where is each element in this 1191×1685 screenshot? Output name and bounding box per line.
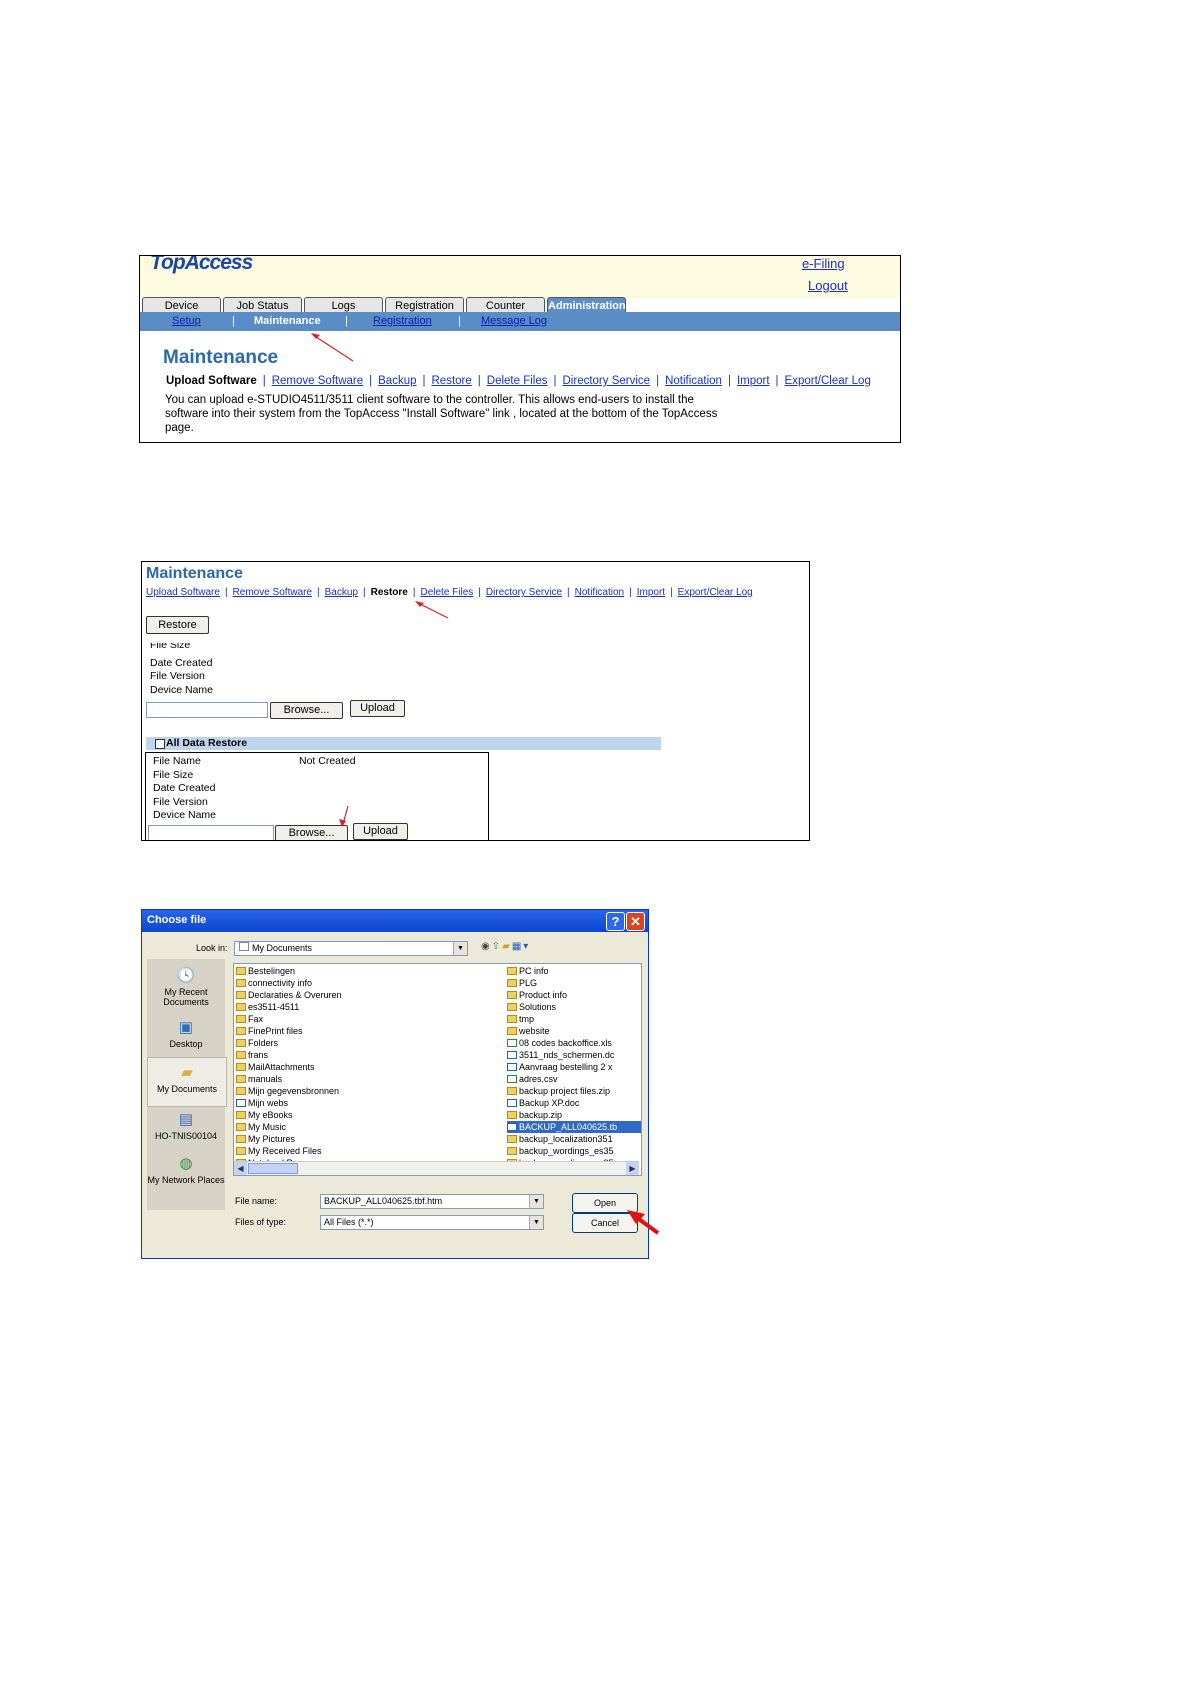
annotation-arrow-3	[627, 1210, 660, 1235]
